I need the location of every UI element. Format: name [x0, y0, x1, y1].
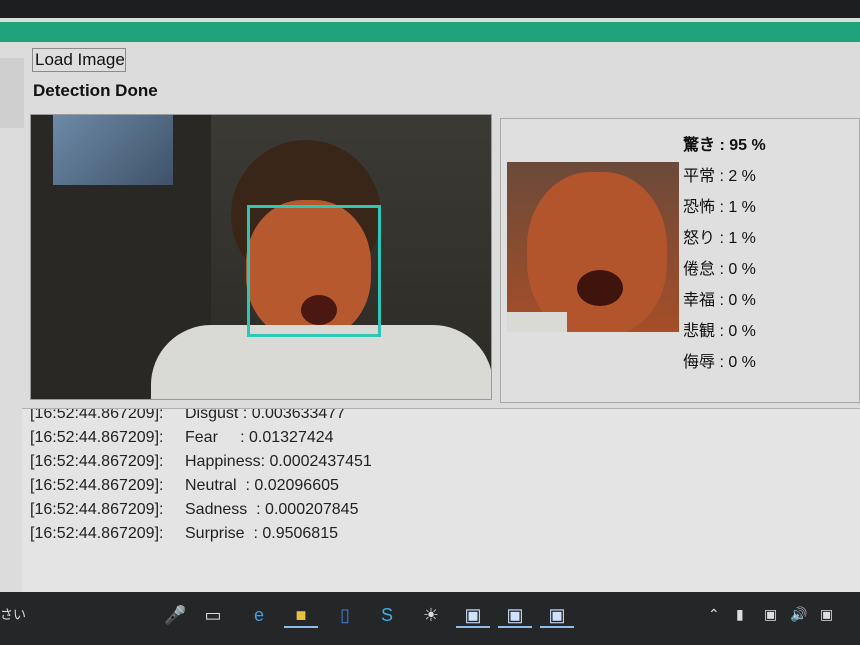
- file-explorer-icon[interactable]: ■: [290, 604, 312, 626]
- log-line: [16:52:44.867209]: Disgust : 0.003633477: [30, 408, 346, 423]
- emotion-item: 平常 : 2 %: [683, 168, 756, 185]
- log-timestamp: [16:52:44.867209]:: [30, 408, 164, 422]
- active-indicator: [284, 626, 318, 628]
- active-indicator: [456, 626, 490, 628]
- log-timestamp: [16:52:44.867209]:: [30, 429, 164, 446]
- crop-shirt: [507, 312, 567, 332]
- log-timestamp: [16:52:44.867209]:: [30, 453, 164, 470]
- log-message: Disgust : 0.003633477: [185, 408, 346, 422]
- active-indicator: [498, 626, 532, 628]
- log-message: Happiness: 0.0002437451: [185, 453, 372, 470]
- volume-icon[interactable]: 🔊: [790, 606, 807, 623]
- notification-icon[interactable]: ▣: [820, 606, 833, 623]
- crop-mouth: [577, 270, 623, 306]
- window-icon[interactable]: ▣: [546, 604, 568, 626]
- app-window: Load Image Detection Done 驚き : 95 % 平常 :…: [0, 18, 860, 596]
- side-strip: [0, 58, 24, 128]
- chevron-up-icon[interactable]: ⌃: [708, 606, 720, 623]
- log-line: [16:52:44.867209]: Happiness: 0.000243745…: [30, 453, 372, 471]
- microphone-icon[interactable]: 🎤: [164, 604, 186, 626]
- source-image: [30, 114, 492, 400]
- log-output[interactable]: [16:52:44.867209]: Disgust : 0.003633477 …: [22, 408, 860, 595]
- window-icon[interactable]: ▣: [504, 604, 526, 626]
- log-timestamp: [16:52:44.867209]:: [30, 477, 164, 494]
- taskbar: さい 🎤 ▭ e ■ ▯ S ☀ ▣ ▣ ▣ ⌃ ▮ ▣ 🔊 ▣: [0, 592, 860, 645]
- emotion-item: 倦怠 : 0 %: [683, 261, 756, 278]
- log-message: Surprise : 0.9506815: [185, 525, 338, 542]
- outlook-icon[interactable]: ▯: [334, 604, 356, 626]
- status-text: Detection Done: [33, 81, 158, 100]
- task-view-icon[interactable]: ▭: [202, 604, 224, 626]
- log-line: [16:52:44.867209]: Neutral : 0.02096605: [30, 477, 339, 495]
- log-message: Neutral : 0.02096605: [185, 477, 339, 494]
- skype-icon[interactable]: S: [376, 604, 398, 626]
- window-icon[interactable]: ▣: [462, 604, 484, 626]
- log-line: [16:52:44.867209]: Fear : 0.01327424: [30, 429, 334, 447]
- network-icon[interactable]: ▣: [764, 606, 777, 623]
- log-line: [16:52:44.867209]: Surprise : 0.9506815: [30, 525, 338, 543]
- battery-icon[interactable]: ▮: [736, 606, 744, 623]
- active-indicator: [540, 626, 574, 628]
- title-accent-bar: [0, 22, 860, 42]
- log-timestamp: [16:52:44.867209]:: [30, 501, 164, 518]
- face-crop-image: [507, 162, 679, 332]
- emotion-item: 驚き : 95 %: [683, 137, 766, 154]
- edge-icon[interactable]: e: [248, 604, 270, 626]
- result-panel: 驚き : 95 % 平常 : 2 % 恐怖 : 1 % 怒り : 1 % 倦怠 …: [500, 118, 860, 403]
- emotion-item: 恐怖 : 1 %: [683, 199, 756, 216]
- log-message: Fear : 0.01327424: [185, 429, 334, 446]
- log-message: Sadness : 0.000207845: [185, 501, 359, 518]
- emotion-list: 驚き : 95 % 平常 : 2 % 恐怖 : 1 % 怒り : 1 % 倦怠 …: [683, 131, 853, 379]
- crop-face: [527, 172, 667, 332]
- search-box-text[interactable]: さい: [0, 604, 26, 623]
- emotion-item: 幸福 : 0 %: [683, 292, 756, 309]
- emotion-item: 悲観 : 0 %: [683, 323, 756, 340]
- background-window: [53, 115, 173, 185]
- log-line: [16:52:44.867209]: Sadness : 0.000207845: [30, 501, 358, 519]
- log-timestamp: [16:52:44.867209]:: [30, 525, 164, 542]
- emotion-item: 侮辱 : 0 %: [683, 354, 756, 371]
- emotion-item: 怒り : 1 %: [683, 230, 756, 247]
- face-detection-box: [247, 205, 381, 337]
- app-icon[interactable]: ☀: [420, 604, 442, 626]
- load-image-button[interactable]: Load Image: [32, 48, 126, 72]
